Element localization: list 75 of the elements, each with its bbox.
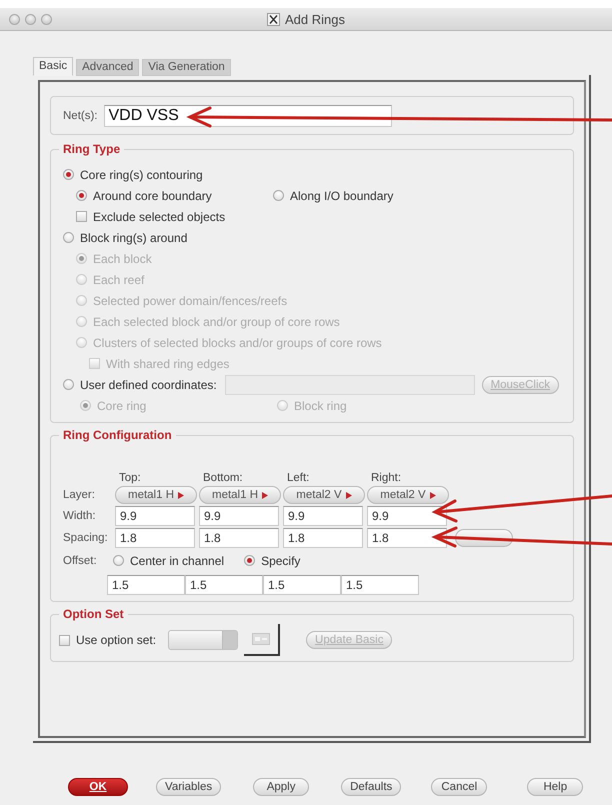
- option-label: Center in channel: [130, 554, 224, 568]
- offset-input-field[interactable]: 1.5: [341, 575, 419, 595]
- column-header: Top:: [118, 472, 142, 484]
- triangle-icon: [430, 492, 436, 498]
- group-title: Option Set: [59, 607, 128, 622]
- value-input-field[interactable]: 1.8: [115, 528, 195, 548]
- option-label: Block ring: [294, 398, 347, 412]
- layer-menu-button[interactable]: metal2 V: [367, 486, 449, 504]
- value-input-field[interactable]: 9.9: [367, 506, 447, 526]
- dialog-button[interactable]: Variables: [156, 778, 222, 796]
- option-label: Block ring(s) around: [80, 230, 188, 244]
- checkbox[interactable]: [76, 211, 87, 222]
- value-input-field[interactable]: 9.9: [199, 506, 279, 526]
- option-label: Core ring(s) contouring: [80, 168, 203, 182]
- tab[interactable]: Via Generation: [142, 59, 231, 76]
- dialog-button[interactable]: Defaults: [341, 778, 402, 796]
- option-label: Clusters of selected blocks and/or groups of core rows: [93, 336, 382, 350]
- row-label: Spacing:: [63, 532, 109, 544]
- close-button[interactable]: [9, 14, 20, 24]
- option-label: With shared ring edges: [106, 356, 230, 370]
- row-label: Offset:: [63, 554, 98, 566]
- radio-button[interactable]: [76, 190, 87, 201]
- dialog-button[interactable]: OK: [68, 778, 128, 796]
- option-label: Core ring: [97, 398, 146, 412]
- row-label: Width:: [63, 510, 97, 522]
- radio-button[interactable]: [63, 169, 74, 180]
- layer-menu-button[interactable]: metal1 H: [199, 486, 281, 504]
- layer-menu-button[interactable]: metal2 V: [283, 486, 365, 504]
- field-label: Net(s):: [63, 110, 98, 122]
- dialog-button[interactable]: Apply: [253, 778, 310, 796]
- radio-button[interactable]: [273, 190, 284, 201]
- triangle-icon: [178, 492, 184, 498]
- dialog-button[interactable]: Cancel: [431, 778, 488, 796]
- value-input-field[interactable]: 1.8: [283, 528, 363, 548]
- option-label: Each reef: [93, 272, 144, 286]
- checkbox[interactable]: [59, 634, 70, 646]
- form-icon[interactable]: [252, 633, 270, 645]
- layer-menu-button[interactable]: metal1 H: [115, 486, 197, 504]
- option-label: Use option set:: [76, 633, 156, 647]
- window-title: Add Rings: [285, 12, 345, 26]
- column-header: Right:: [370, 472, 402, 484]
- tab[interactable]: Basic: [33, 57, 74, 76]
- option-label: Each selected block and/or group of core rows: [93, 314, 340, 328]
- column-header: Bottom:: [202, 472, 244, 484]
- group-title: Ring Type: [59, 142, 124, 157]
- option-label: Along I/O boundary: [290, 188, 394, 202]
- option-label: Around core boundary: [93, 188, 212, 202]
- group-title: Ring Configuration: [59, 428, 176, 443]
- offset-input-field[interactable]: 1.5: [107, 575, 185, 595]
- value-input-field[interactable]: 1.8: [367, 528, 447, 548]
- value-input-field[interactable]: 9.9: [115, 506, 195, 526]
- option-label: Selected power domain/fences/reefs: [93, 294, 288, 308]
- coordinates-input-field[interactable]: [224, 374, 475, 394]
- radio-button[interactable]: [244, 555, 256, 566]
- option-set-dropdown[interactable]: [168, 630, 238, 650]
- value-input-field[interactable]: 1.8: [199, 528, 279, 548]
- column-header: Left:: [286, 472, 310, 484]
- x-logo-icon: [267, 12, 280, 26]
- option-label: Exclude selected objects: [93, 210, 226, 224]
- dialog-button[interactable]: Help: [527, 778, 584, 796]
- radio-button[interactable]: [63, 379, 74, 390]
- triangle-icon: [346, 492, 352, 498]
- zoom-button[interactable]: [41, 14, 52, 24]
- radio-button[interactable]: [63, 232, 74, 243]
- tab[interactable]: Advanced: [76, 59, 140, 76]
- option-label: Each block: [93, 252, 152, 266]
- option-label: User defined coordinates:: [80, 378, 217, 392]
- row-label: Layer:: [63, 489, 96, 501]
- minimize-button[interactable]: [25, 14, 36, 24]
- radio-button[interactable]: [113, 555, 124, 566]
- value-input-field[interactable]: 9.9: [283, 506, 363, 526]
- offset-input-field[interactable]: 1.5: [263, 575, 341, 595]
- offset-input-field[interactable]: 1.5: [185, 575, 263, 595]
- option-label: Specify: [261, 554, 300, 568]
- triangle-icon: [262, 492, 268, 498]
